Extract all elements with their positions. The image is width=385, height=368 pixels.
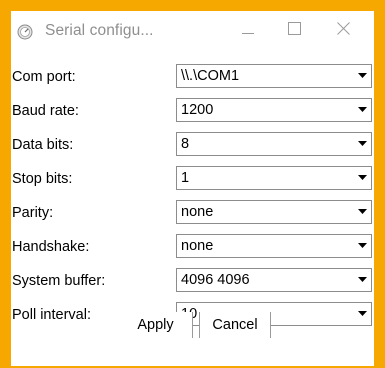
serial-config-window: Serial configu... Com port: \\.\COM1 Bau… (11, 11, 374, 366)
com-port-select[interactable]: \\.\COM1 (176, 64, 372, 88)
stop-bits-select[interactable]: 1 (176, 166, 372, 190)
maximize-button[interactable] (271, 11, 317, 51)
close-button[interactable] (320, 11, 366, 51)
row-data-bits: Data bits: 8 (11, 128, 374, 162)
baud-rate-label: Baud rate: (12, 103, 79, 119)
row-system-buffer: System buffer: 4096 4096 (11, 264, 374, 298)
handshake-value: none (181, 238, 214, 254)
dropdown-arrow-icon[interactable] (354, 167, 371, 189)
system-buffer-value: 4096 4096 (181, 272, 250, 288)
system-buffer-select[interactable]: 4096 4096 (176, 268, 372, 292)
handshake-select[interactable]: none (176, 234, 372, 258)
dropdown-arrow-icon[interactable] (354, 269, 371, 291)
parity-label: Parity: (12, 205, 54, 221)
minimize-icon (242, 22, 254, 40)
data-bits-select[interactable]: 8 (176, 132, 372, 156)
poll-interval-label: Poll interval: (12, 307, 91, 323)
com-port-value: \\.\COM1 (181, 68, 240, 84)
baud-rate-select[interactable]: 1200 (176, 98, 372, 122)
com-port-label: Com port: (12, 69, 76, 85)
title-bar[interactable]: Serial configu... (11, 11, 374, 51)
parity-value: none (181, 204, 214, 220)
button-row: Apply Cancel (119, 312, 289, 338)
baud-rate-value: 1200 (181, 102, 214, 118)
apply-button[interactable]: Apply (119, 312, 193, 338)
row-baud-rate: Baud rate: 1200 (11, 94, 374, 128)
row-com-port: Com port: \\.\COM1 (11, 60, 374, 94)
dropdown-arrow-icon[interactable] (354, 303, 371, 325)
window-title: Serial configu... (45, 22, 154, 39)
row-handshake: Handshake: none (11, 230, 374, 264)
dropdown-arrow-icon[interactable] (354, 133, 371, 155)
stop-bits-label: Stop bits: (12, 171, 73, 187)
dropdown-arrow-icon[interactable] (354, 65, 371, 87)
minimize-button[interactable] (225, 11, 271, 51)
data-bits-value: 8 (181, 136, 190, 152)
config-form: Com port: \\.\COM1 Baud rate: 1200 Data … (11, 51, 374, 366)
dial-icon (17, 24, 33, 40)
row-parity: Parity: none (11, 196, 374, 230)
parity-select[interactable]: none (176, 200, 372, 224)
close-icon (336, 22, 350, 40)
dropdown-arrow-icon[interactable] (354, 99, 371, 121)
row-stop-bits: Stop bits: 1 (11, 162, 374, 196)
dropdown-arrow-icon[interactable] (354, 235, 371, 257)
data-bits-label: Data bits: (12, 137, 74, 153)
dropdown-arrow-icon[interactable] (354, 201, 371, 223)
handshake-label: Handshake: (12, 239, 90, 255)
maximize-icon (287, 22, 301, 40)
stop-bits-value: 1 (181, 170, 190, 186)
cancel-button[interactable]: Cancel (199, 312, 271, 338)
system-buffer-label: System buffer: (12, 273, 106, 289)
